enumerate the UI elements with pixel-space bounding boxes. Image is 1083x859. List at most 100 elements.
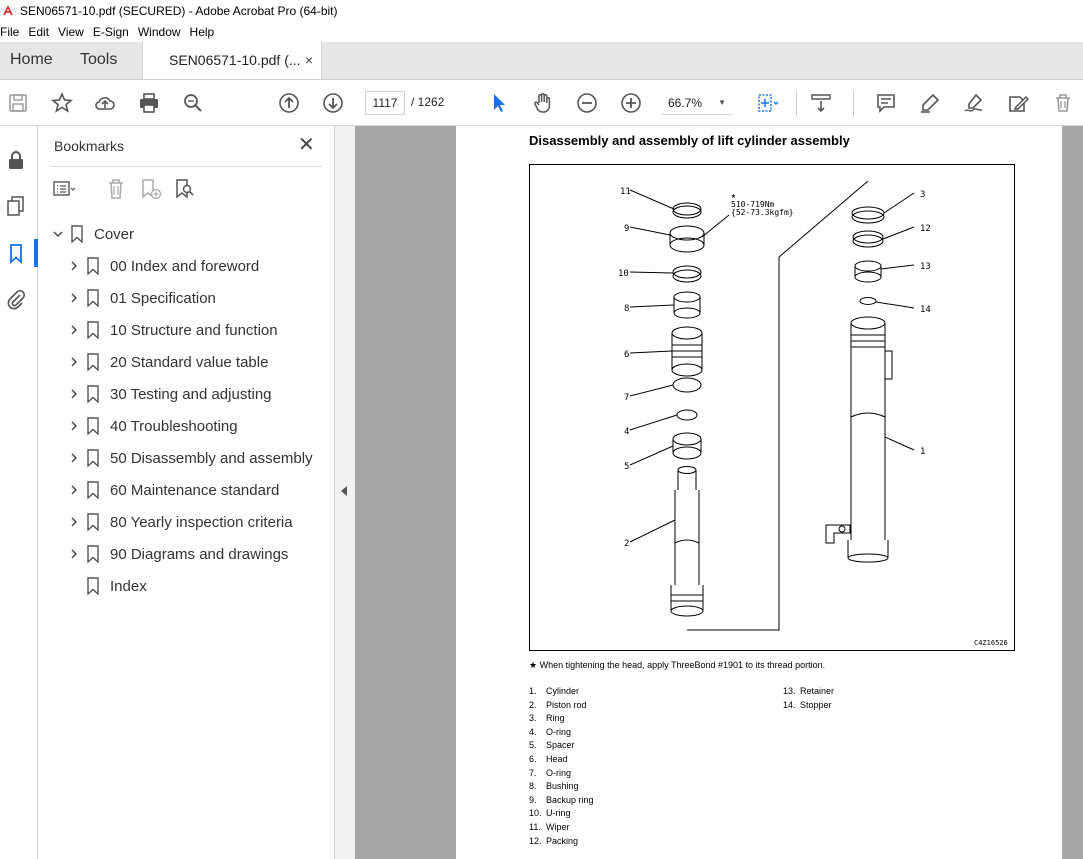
torque-value-kgfm: {52-73.3kgfm}: [731, 208, 794, 217]
menu-edit[interactable]: Edit: [26, 25, 55, 39]
part-list-item: 14. Stopper: [783, 699, 834, 713]
fit-page-icon[interactable]: [755, 91, 779, 115]
page-total: / 1262: [411, 95, 445, 109]
bookmark-icon: [86, 545, 102, 563]
bookmark-icon: [86, 417, 102, 435]
bookmark-label: 01 Specification: [110, 289, 216, 307]
bookmark-item[interactable]: 10 Structure and function: [66, 314, 278, 346]
page-up-icon[interactable]: [277, 91, 301, 115]
print-icon[interactable]: [137, 91, 161, 115]
panel-divider: [50, 166, 322, 167]
bookmark-item[interactable]: 90 Diagrams and drawings: [66, 538, 288, 570]
save-icon[interactable]: [6, 91, 30, 115]
bookmark-icon: [86, 481, 102, 499]
sign-icon[interactable]: [962, 91, 986, 115]
bookmarks-panel: Bookmarks ✕ Cover 00 Index and foreword 01…: [38, 126, 335, 859]
hand-icon[interactable]: [531, 91, 555, 115]
select-cursor-icon[interactable]: [487, 91, 511, 115]
callout-13: 13: [920, 262, 931, 272]
tab-bar: Home Tools SEN06571-10.pdf (... ×: [0, 41, 1083, 80]
tab-close-icon[interactable]: ×: [305, 52, 313, 68]
comment-icon[interactable]: [874, 91, 898, 115]
new-bookmark-icon[interactable]: [138, 177, 162, 201]
part-number: 14.: [783, 699, 796, 710]
bookmark-item[interactable]: 60 Maintenance standard: [66, 474, 279, 506]
chevron-right-icon[interactable]: [66, 386, 82, 402]
zoom-out-icon[interactable]: [575, 91, 599, 115]
bookmark-icon: [70, 225, 86, 243]
chevron-right-icon[interactable]: [66, 546, 82, 562]
bookmark-label: 20 Standard value table: [110, 353, 269, 371]
window-title: SEN06571-10.pdf (SECURED) - Adobe Acroba…: [20, 4, 338, 18]
part-list-item: 13. Retainer: [783, 685, 834, 699]
delete-icon[interactable]: [1051, 91, 1075, 115]
bookmark-label: 10 Structure and function: [110, 321, 278, 339]
bookmark-icon: [86, 257, 102, 275]
acrobat-app-icon: [2, 5, 14, 17]
part-list-item: 7. O-ring: [529, 767, 594, 781]
part-name: Backup ring: [546, 794, 594, 805]
lock-icon[interactable]: [5, 149, 27, 171]
attachments-icon[interactable]: [5, 288, 27, 310]
bookmarks-panel-icon[interactable]: [5, 242, 27, 265]
upload-icon[interactable]: [93, 91, 117, 115]
part-list-item: 11. Wiper: [529, 821, 594, 835]
scroll-mode-icon[interactable]: [809, 91, 833, 115]
tab-home[interactable]: Home: [0, 41, 70, 79]
page-number-input[interactable]: 1117: [365, 91, 405, 115]
chevron-right-icon[interactable]: [66, 290, 82, 306]
bookmark-star-icon[interactable]: [50, 91, 74, 115]
menu-file[interactable]: File: [0, 25, 25, 39]
pages-icon[interactable]: [5, 195, 27, 217]
bookmark-icon: [86, 449, 102, 467]
part-list-item: 9. Backup ring: [529, 794, 594, 808]
menu-bar: File Edit View E-Sign Window Help: [0, 22, 1083, 42]
bookmark-item[interactable]: Cover: [50, 218, 134, 250]
document-viewer[interactable]: Disassembly and assembly of lift cylinde…: [355, 126, 1083, 859]
menu-esign[interactable]: E-Sign: [91, 25, 135, 39]
page-down-icon[interactable]: [321, 91, 345, 115]
chevron-right-icon[interactable]: [66, 450, 82, 466]
bookmark-item[interactable]: 50 Disassembly and assembly: [66, 442, 313, 474]
bookmark-item[interactable]: 80 Yearly inspection criteria: [66, 506, 293, 538]
part-list-item: 10. U-ring: [529, 807, 594, 821]
toolbar-divider: [796, 90, 797, 116]
search-icon[interactable]: [181, 91, 205, 115]
chevron-right-icon[interactable]: [66, 258, 82, 274]
chevron-down-icon[interactable]: [50, 226, 66, 242]
part-name: Stopper: [800, 699, 832, 710]
bookmark-label: Cover: [94, 225, 135, 243]
menu-help[interactable]: Help: [188, 25, 221, 39]
fill-sign-icon[interactable]: [1006, 91, 1030, 115]
delete-bookmark-icon[interactable]: [104, 177, 128, 201]
bookmark-item[interactable]: 20 Standard value table: [66, 346, 268, 378]
zoom-in-icon[interactable]: [619, 91, 643, 115]
bookmark-item[interactable]: 40 Troubleshooting: [66, 410, 238, 442]
part-number: 1.: [529, 686, 537, 696]
bookmark-item[interactable]: Index: [66, 570, 147, 602]
part-list-item: 8. Bushing: [529, 780, 594, 794]
pdf-page: Disassembly and assembly of lift cylinde…: [456, 126, 1062, 859]
menu-view[interactable]: View: [56, 25, 90, 39]
highlight-icon[interactable]: [918, 91, 942, 115]
bookmark-item[interactable]: 01 Specification: [66, 282, 216, 314]
options-menu-icon[interactable]: [52, 177, 76, 201]
bookmark-icon: [86, 321, 102, 339]
find-bookmark-icon[interactable]: [172, 177, 196, 201]
menu-window[interactable]: Window: [136, 25, 187, 39]
zoom-value: 66.7%: [668, 95, 703, 110]
part-name: O-ring: [546, 726, 572, 737]
tab-tools[interactable]: Tools: [70, 41, 142, 79]
parts-list-left: 1. Cylinder 2. Piston rod 3. Ring 4. O-ring 5. Sp…: [529, 685, 594, 848]
chevron-right-icon[interactable]: [66, 514, 82, 530]
zoom-select[interactable]: 66.7% ▼: [662, 91, 732, 115]
bookmark-item[interactable]: 30 Testing and adjusting: [66, 378, 272, 410]
panel-collapse-handle[interactable]: [335, 126, 355, 859]
tab-document[interactable]: SEN06571-10.pdf (... ×: [142, 41, 322, 79]
chevron-right-icon[interactable]: [66, 354, 82, 370]
chevron-right-icon[interactable]: [66, 482, 82, 498]
chevron-right-icon[interactable]: [66, 322, 82, 338]
close-icon[interactable]: ✕: [298, 135, 315, 155]
chevron-right-icon[interactable]: [66, 418, 82, 434]
bookmark-item[interactable]: 00 Index and foreword: [66, 250, 259, 282]
